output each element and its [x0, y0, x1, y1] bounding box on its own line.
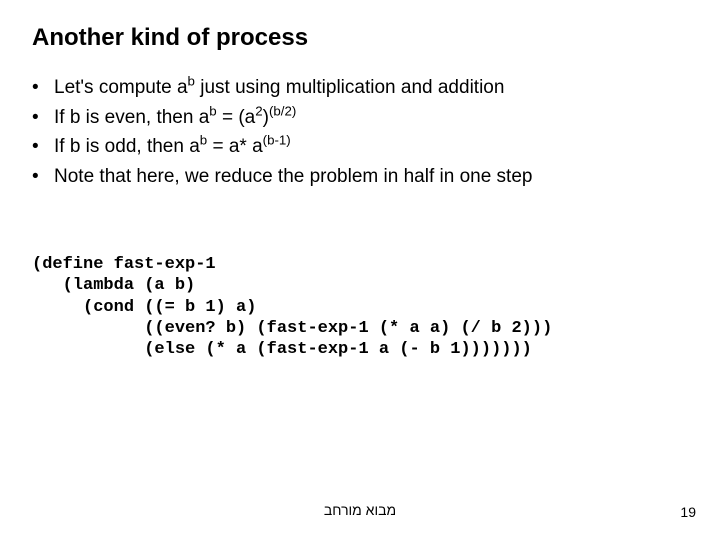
page-number: 19: [680, 504, 696, 520]
code-block: (define fast-exp-1 (lambda (a b) (cond (…: [32, 254, 688, 360]
bullet-text: Note that here, we reduce the problem in…: [54, 163, 532, 191]
text-fragment: = a* a: [207, 136, 262, 157]
bullet-text: If b is odd, then ab = a* a(b-1): [54, 133, 291, 161]
superscript: b: [209, 103, 216, 118]
text-fragment: If b is odd, then a: [54, 136, 200, 157]
bullet-item: • Let's compute ab just using multiplica…: [32, 74, 688, 102]
superscript: (b/2): [269, 103, 296, 118]
bullet-item: • Note that here, we reduce the problem …: [32, 163, 688, 191]
bullet-dot: •: [32, 133, 54, 161]
bullet-dot: •: [32, 104, 54, 132]
text-fragment: If b is even, then a: [54, 107, 209, 128]
bullet-item: • If b is odd, then ab = a* a(b-1): [32, 133, 688, 161]
slide: Another kind of process • Let's compute …: [0, 0, 720, 540]
text-fragment: just using multiplication and addition: [195, 77, 504, 98]
text-fragment: Let's compute a: [54, 77, 188, 98]
text-fragment: = (a: [217, 107, 256, 128]
bullet-dot: •: [32, 74, 54, 102]
bullet-list: • Let's compute ab just using multiplica…: [32, 74, 688, 190]
bullet-text: Let's compute ab just using multiplicati…: [54, 74, 504, 102]
slide-title: Another kind of process: [32, 24, 688, 52]
superscript: (b-1): [263, 133, 291, 148]
superscript: b: [188, 74, 195, 89]
bullet-text: If b is even, then ab = (a2)(b/2): [54, 104, 296, 132]
footer-center-text: מבוא מורחב: [0, 502, 720, 518]
bullet-dot: •: [32, 163, 54, 191]
bullet-item: • If b is even, then ab = (a2)(b/2): [32, 104, 688, 132]
superscript: 2: [255, 103, 262, 118]
